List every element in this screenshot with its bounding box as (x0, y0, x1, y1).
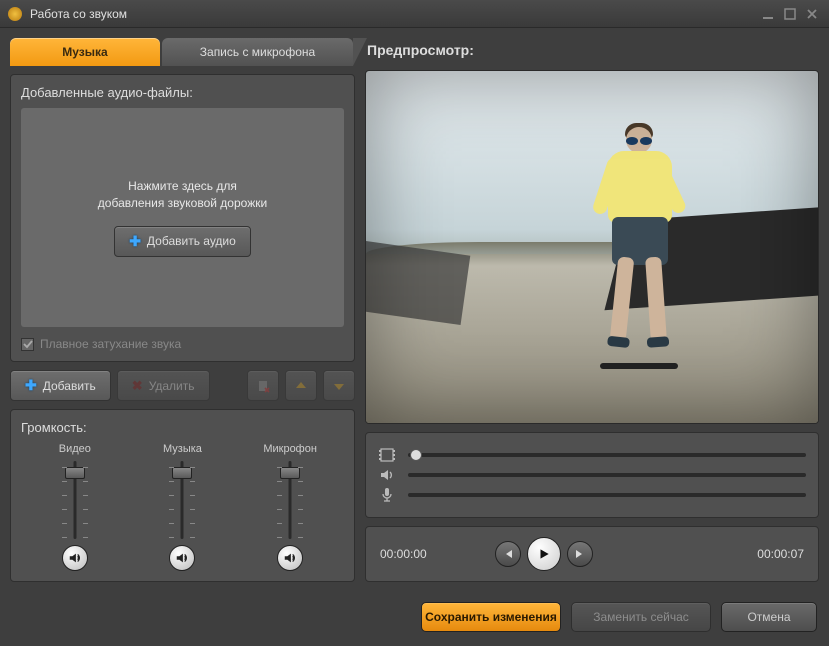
tab-label: Музыка (62, 45, 107, 59)
window: Работа со звуком Музыка Запись с микрофо… (0, 0, 829, 646)
volume-slider-video: Видео (30, 443, 120, 571)
right-column: Предпросмотр: (365, 38, 819, 582)
track-audio (378, 467, 806, 483)
minimize-button[interactable] (759, 7, 777, 21)
button-label: Сохранить изменения (425, 610, 557, 624)
track-video (378, 447, 806, 463)
added-files-panel: Добавленные аудио-файлы: Нажмите здесь д… (10, 74, 355, 362)
volume-label-video: Видео (59, 443, 91, 455)
plus-icon: ✚ (129, 233, 141, 250)
save-button[interactable]: Сохранить изменения (421, 602, 561, 632)
titlebar: Работа со звуком (0, 0, 829, 28)
fade-checkbox[interactable] (21, 338, 34, 351)
play-button[interactable] (527, 537, 561, 571)
move-down-button (323, 370, 355, 401)
remove-file-button (247, 370, 279, 401)
next-button[interactable] (567, 541, 593, 567)
mute-button-video[interactable] (62, 545, 88, 571)
volume-slider-music: Музыка (137, 443, 227, 571)
delete-button: ✖ Удалить (117, 370, 210, 401)
volume-heading: Громкость: (21, 420, 344, 435)
film-icon (378, 447, 396, 463)
playback-controls (460, 537, 627, 571)
mute-button-mic[interactable] (277, 545, 303, 571)
preview-heading: Предпросмотр: (365, 38, 819, 62)
tabs: Музыка Запись с микрофона (10, 38, 355, 66)
mute-button-music[interactable] (169, 545, 195, 571)
button-label: Добавить аудио (147, 234, 236, 248)
track-audio-slider[interactable] (408, 473, 806, 477)
volume-sliders: Видео Музыка (21, 443, 344, 571)
volume-label-music: Музыка (163, 443, 202, 455)
left-column: Музыка Запись с микрофона Добавленные ау… (10, 38, 355, 582)
volume-track[interactable] (167, 461, 197, 539)
button-label: Добавить (43, 379, 96, 393)
button-label: Удалить (149, 379, 195, 393)
footer: Сохранить изменения Заменить сейчас Отме… (0, 592, 829, 646)
volume-track[interactable] (60, 461, 90, 539)
button-label: Отмена (747, 610, 790, 624)
speaker-icon (378, 467, 396, 483)
add-audio-button[interactable]: ✚ Добавить аудио (114, 226, 251, 257)
track-sliders (365, 432, 819, 518)
volume-slider-mic: Микрофон (245, 443, 335, 571)
volume-panel: Громкость: Видео Музыка (10, 409, 355, 582)
tab-music[interactable]: Музыка (10, 38, 160, 66)
file-toolbar: ✚ Добавить ✖ Удалить (10, 370, 355, 401)
content: Музыка Запись с микрофона Добавленные ау… (0, 28, 829, 592)
added-files-heading: Добавленные аудио-файлы: (21, 85, 344, 100)
app-icon (8, 7, 22, 21)
tab-label: Запись с микрофона (200, 45, 315, 59)
add-button[interactable]: ✚ Добавить (10, 370, 111, 401)
cancel-button[interactable]: Отмена (721, 602, 817, 632)
button-label: Заменить сейчас (593, 610, 689, 624)
dropzone-hint: Нажмите здесь для добавления звуковой до… (98, 178, 267, 212)
playback-bar: 00:00:00 00:00:07 (365, 526, 819, 582)
volume-label-mic: Микрофон (263, 443, 317, 455)
move-up-button (285, 370, 317, 401)
plus-icon: ✚ (25, 377, 37, 394)
maximize-button[interactable] (781, 7, 799, 21)
time-duration: 00:00:07 (637, 547, 804, 561)
close-button[interactable] (803, 7, 821, 21)
video-preview[interactable] (365, 70, 819, 424)
tab-mic[interactable]: Запись с микрофона (162, 38, 353, 66)
track-video-slider[interactable] (408, 453, 806, 457)
window-title: Работа со звуком (30, 7, 755, 21)
delete-icon: ✖ (132, 378, 143, 394)
track-mic (378, 487, 806, 503)
volume-track[interactable] (275, 461, 305, 539)
prev-button[interactable] (495, 541, 521, 567)
replace-button: Заменить сейчас (571, 602, 711, 632)
microphone-icon (378, 487, 396, 503)
audio-dropzone[interactable]: Нажмите здесь для добавления звуковой до… (21, 108, 344, 327)
track-mic-slider[interactable] (408, 493, 806, 497)
time-position: 00:00:00 (380, 547, 450, 561)
fade-checkbox-label: Плавное затухание звука (40, 337, 181, 351)
fade-checkbox-row: Плавное затухание звука (21, 337, 344, 351)
